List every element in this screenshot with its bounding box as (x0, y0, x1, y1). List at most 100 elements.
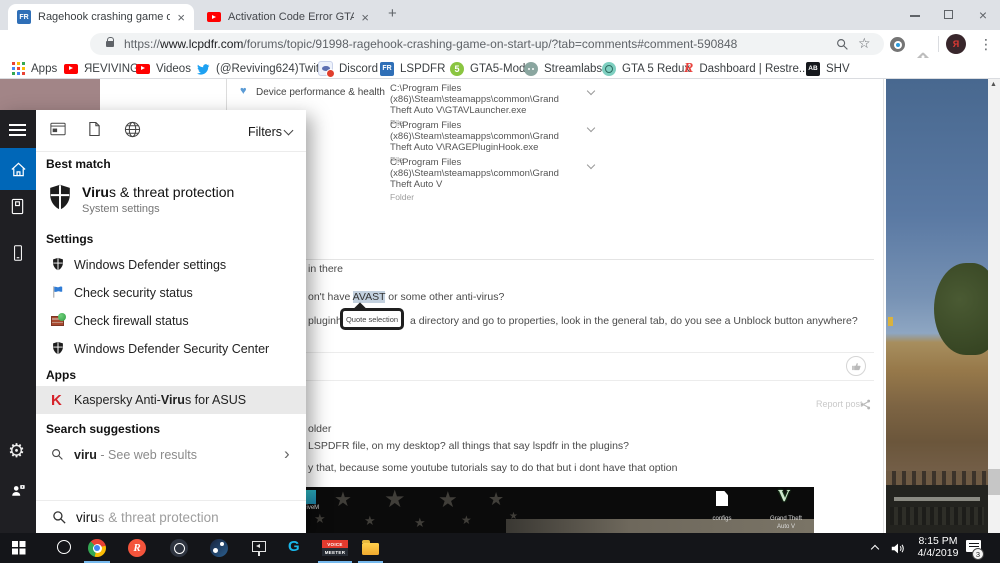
bookmark-twitter[interactable]: (@Reviving624)Twit... (196, 58, 329, 79)
quote-selection-tooltip[interactable]: Quote selection (340, 308, 404, 330)
filter-documents-icon[interactable] (88, 121, 101, 142)
bookmark-discord[interactable]: Discord (318, 58, 378, 79)
filter-web-icon[interactable] (124, 121, 141, 143)
filters-label[interactable]: Filters (248, 125, 282, 139)
bookmark-dashboard[interactable]: RDashboard | Restre... (684, 58, 808, 79)
window-close-button[interactable]: × (966, 0, 1000, 30)
search-input[interactable]: virus & threat protection (36, 500, 306, 533)
bookmark-videos[interactable]: Videos (136, 58, 191, 79)
taskbar-capture-tool-icon[interactable] (252, 541, 266, 552)
star-decoration: ★ (364, 513, 376, 529)
window-minimize-button[interactable] (898, 0, 932, 30)
shv-icon: AB (806, 62, 820, 76)
tab-activation-code[interactable]: Activation Code Error GTA 5 Fixe × (198, 4, 378, 30)
device-health-heart-icon: ♥ (240, 85, 247, 97)
bookmark-streamlabs[interactable]: Streamlabs (524, 58, 602, 79)
result-security-status[interactable]: Check security status (36, 279, 306, 307)
taskbar-explorer-icon[interactable] (362, 543, 379, 555)
scrollbar-thumb[interactable] (988, 469, 1000, 495)
filters-chevron-icon[interactable] (284, 126, 294, 136)
rail-home-tab[interactable] (0, 148, 36, 190)
result-label: s for ASUS (185, 393, 246, 407)
bookmark-gta5redux[interactable]: GTA 5 Redux (602, 58, 690, 79)
report-post-link[interactable]: Report post (816, 399, 863, 409)
taskbar-restream-icon[interactable]: R (128, 539, 146, 557)
chevron-down-icon[interactable] (587, 124, 595, 132)
exclusion-path: C:\Program Files (x86)\Steam\steamapps\c… (390, 120, 574, 153)
filter-divider (36, 151, 306, 152)
taskbar-logitech-icon[interactable]: G (288, 538, 300, 555)
url-text[interactable]: https://www.lcpdfr.com/forums/topic/9199… (124, 37, 830, 51)
rail-apps-tab[interactable] (12, 244, 24, 267)
notebook-icon (10, 198, 25, 215)
forum-header-image (0, 79, 100, 110)
result-virus-threat-protection[interactable]: Virus & threat protection System setting… (36, 174, 306, 226)
gta5redux-icon (602, 62, 616, 76)
search-results-panel: Filters Best match Virus & threat protec… (36, 110, 306, 533)
bookmark-lspdfr[interactable]: FRLSPDFR (380, 58, 445, 79)
tab-ragehook[interactable]: FR Ragehook crashing game on star × (8, 4, 194, 30)
car-grill-graphic (890, 507, 984, 525)
content-right-border (883, 79, 884, 533)
tab-close-icon[interactable]: × (177, 11, 185, 24)
bookmark-apps[interactable]: Apps (12, 58, 57, 79)
star-decoration: ★ (461, 513, 472, 527)
extension-eye-icon[interactable] (890, 37, 905, 52)
text-fragment: on't have (308, 291, 353, 303)
result-firewall-status[interactable]: Check firewall status (36, 307, 306, 335)
tab-close-icon[interactable]: × (361, 11, 369, 24)
bookmark-star-icon[interactable]: ☆ (858, 35, 871, 52)
car-stripe-graphic (894, 497, 980, 501)
star-decoration: ★ (488, 489, 504, 510)
page-scrollbar[interactable] (988, 79, 1000, 533)
start-button[interactable] (12, 541, 26, 555)
result-defender-security-center[interactable]: Windows Defender Security Center (36, 335, 306, 363)
restream-icon: R (684, 61, 693, 77)
youtube-icon (64, 64, 78, 74)
star-decoration: ★ (314, 511, 326, 527)
embedded-screenshot[interactable]: ★ ★ ★ ★ ★ ★ ★ ★ ★ FiveM configs V Grand … (306, 487, 814, 533)
bookmark-gta5mods[interactable]: 5GTA5-Mods (450, 58, 531, 79)
exclusion-entry: C:\Program Files (x86)\Steam\steamapps\c… (390, 157, 574, 202)
suggestion-viru[interactable]: viru - See web results › (36, 441, 306, 469)
result-defender-settings[interactable]: Windows Defender settings (36, 251, 306, 279)
taskbar-voicemeeter-icon[interactable]: VOICEMEETER (322, 540, 348, 556)
tray-clock[interactable]: 8:15 PM4/4/2019 (912, 536, 964, 559)
tab-strip: FR Ragehook crashing game on star × Acti… (0, 0, 1000, 30)
new-tab-button[interactable]: + (388, 5, 397, 22)
figure-graphic (888, 317, 893, 326)
search-icon (51, 448, 64, 461)
window-maximize-button[interactable] (932, 0, 966, 30)
zoom-icon[interactable] (836, 38, 849, 51)
bookmark-shv[interactable]: ABSHV (806, 58, 850, 79)
rail-docs-tab[interactable] (10, 198, 25, 220)
clock-date: 4/4/2019 (912, 548, 964, 560)
result-subtitle: System settings (82, 203, 160, 215)
scroll-up-icon[interactable]: ▲ (990, 81, 997, 88)
lcpdfr-favicon: FR (17, 10, 31, 24)
volume-icon[interactable] (890, 542, 906, 555)
matched-text: Viru (82, 184, 109, 200)
filter-apps-icon[interactable] (50, 122, 66, 141)
gta5mods-icon: 5 (450, 62, 464, 76)
feedback-icon[interactable] (10, 482, 26, 503)
share-icon[interactable] (860, 399, 871, 410)
profile-avatar[interactable]: Я (946, 34, 966, 54)
like-button[interactable] (846, 356, 866, 376)
tray-expand-icon[interactable] (871, 545, 879, 553)
settings-gear-icon[interactable]: ⚙ (8, 440, 25, 463)
chevron-down-icon[interactable] (587, 161, 595, 169)
taskbar-obs-icon[interactable] (170, 539, 188, 557)
suggestion-text: - See web results (97, 448, 197, 462)
taskbar-steam-icon[interactable] (210, 539, 228, 557)
chevron-right-icon[interactable]: › (284, 444, 290, 464)
kaspersky-icon: K (51, 393, 62, 408)
bookmark-reviving[interactable]: ЯEVIVING (64, 58, 139, 79)
chevron-down-icon[interactable] (587, 87, 595, 95)
shield-icon (51, 341, 65, 356)
result-kaspersky[interactable]: K Kaspersky Anti-Virus for ASUS (36, 386, 306, 414)
menu-dots-icon[interactable]: ⋮ (979, 36, 993, 53)
taskbar-chrome-icon[interactable] (88, 539, 106, 557)
device-health-label: Device performance & health (256, 87, 385, 98)
cortana-icon[interactable] (57, 540, 71, 554)
